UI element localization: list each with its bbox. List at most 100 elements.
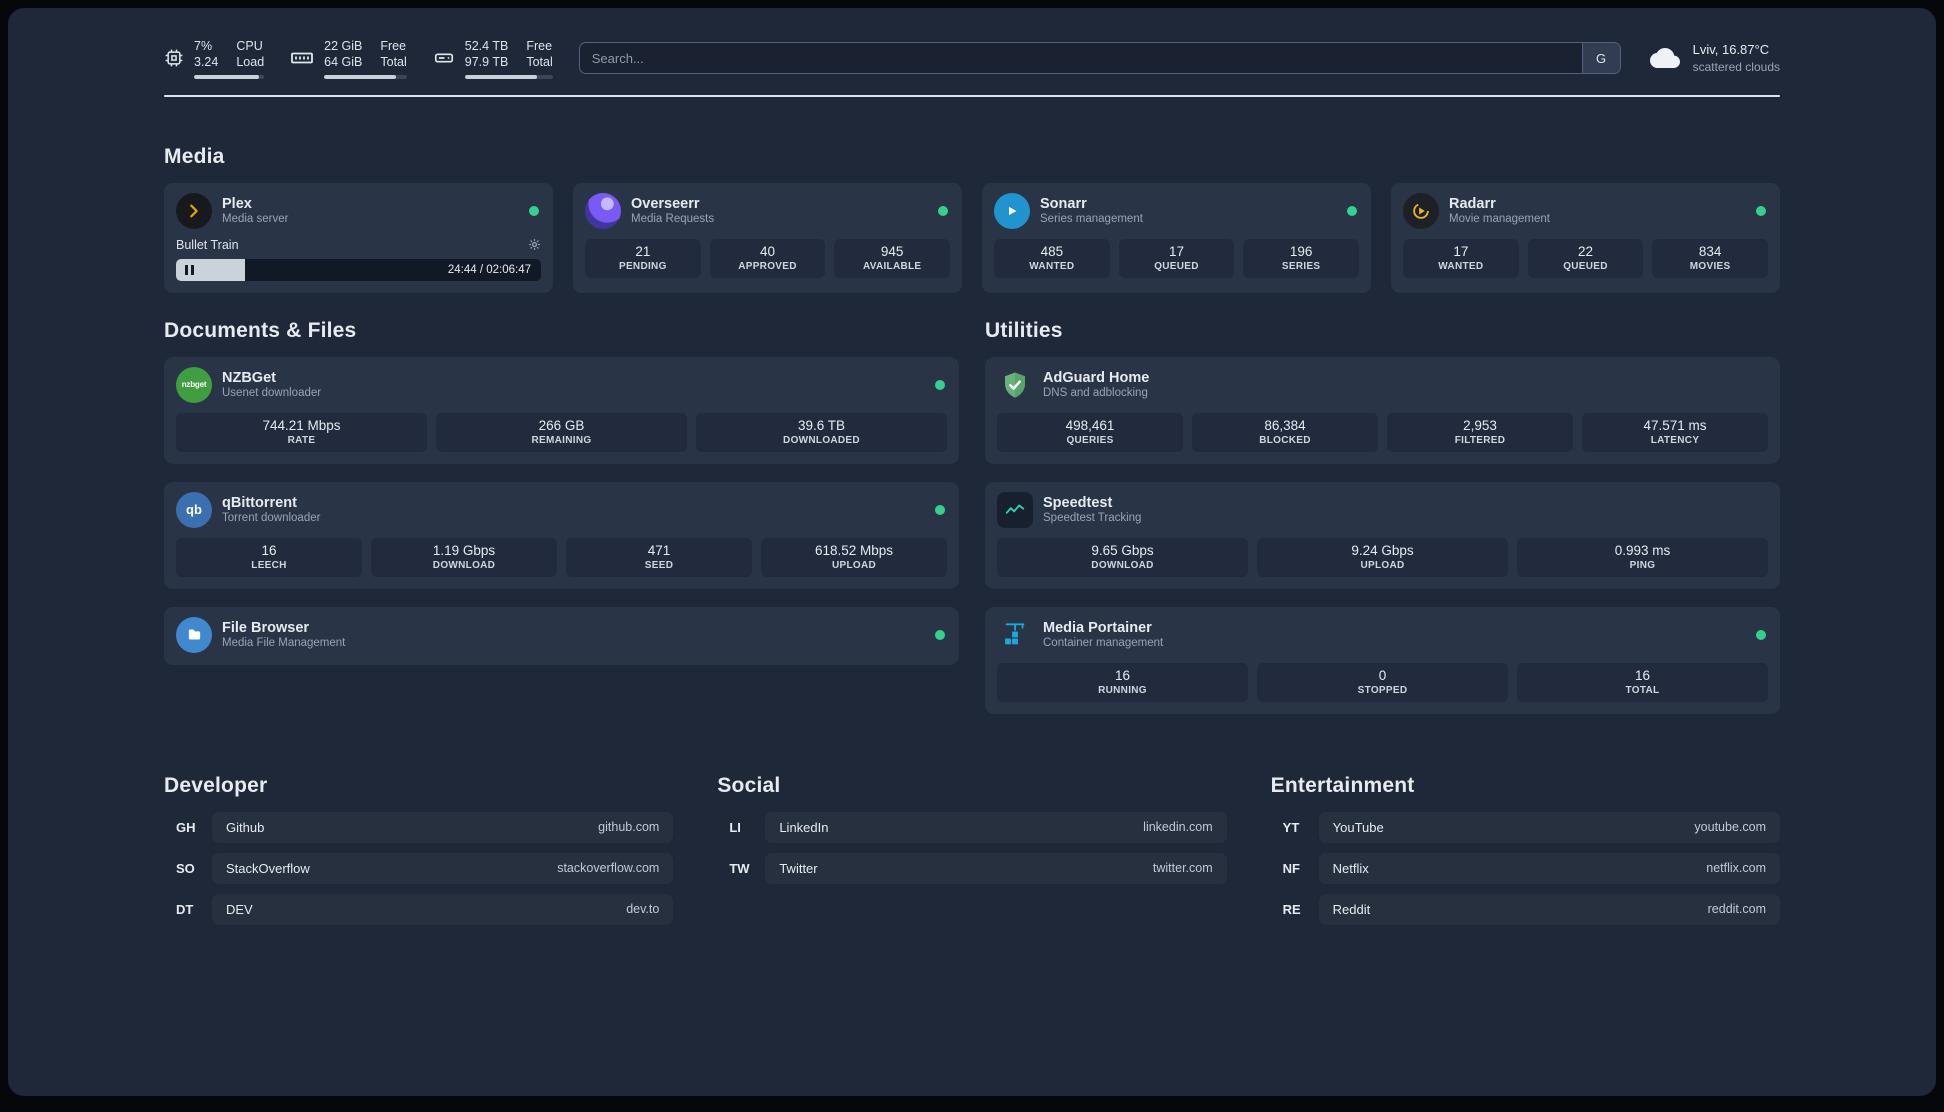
bookmark-link-twitter[interactable]: Twitter twitter.com xyxy=(765,852,1227,884)
status-dot xyxy=(1756,205,1766,216)
stat-tile: 471 SEED xyxy=(566,537,752,577)
stat-tile: 16 LEECH xyxy=(176,537,362,577)
section-title-developer: Developer xyxy=(164,773,268,797)
search-input[interactable] xyxy=(579,43,1582,74)
disk-progress-bar xyxy=(464,74,553,79)
stat-tile: 945 AVAILABLE xyxy=(834,238,950,278)
search-bar: G xyxy=(578,42,1621,75)
service-subtitle: Usenet downloader xyxy=(222,387,322,399)
bookmark-link-youtube[interactable]: YouTube youtube.com xyxy=(1318,811,1780,843)
playback-time: 24:44 / 02:06:47 xyxy=(447,263,531,276)
stat-value: 86,384 xyxy=(1264,417,1306,433)
stat-label: SERIES xyxy=(1281,260,1321,272)
cpu-label: CPU xyxy=(236,39,263,53)
section-documents: Documents & Files nzbget NZBGet Usenet d… xyxy=(164,319,959,665)
service-card-speedtest[interactable]: Speedtest Speedtest Tracking 9.65 Gbps D… xyxy=(985,481,1780,589)
playback-progress-bar[interactable]: 24:44 / 02:06:47 xyxy=(176,258,541,281)
stat-value: 266 GB xyxy=(538,417,585,433)
bookmark-abbr: NF xyxy=(1282,860,1300,876)
stat-tile: 9.24 Gbps UPLOAD xyxy=(1257,537,1508,577)
section-developer: Developer GH Github github.com SO StackO… xyxy=(164,773,674,925)
bookmark-link-reddit[interactable]: Reddit reddit.com xyxy=(1318,893,1780,925)
gear-icon[interactable] xyxy=(528,238,541,251)
bookmark-link-netflix[interactable]: Netflix netflix.com xyxy=(1318,852,1780,884)
service-subtitle: Container management xyxy=(1043,637,1164,649)
stat-tile: 17 WANTED xyxy=(1403,238,1519,278)
sonarr-icon xyxy=(994,192,1030,229)
service-card-qbittorrent[interactable]: qb qBittorrent Torrent downloader 16 LEE… xyxy=(164,481,959,589)
stat-value: 47.571 ms xyxy=(1643,417,1707,433)
bookmark-link-dev[interactable]: DEV dev.to xyxy=(212,893,674,925)
ram-total-value: 64 GiB xyxy=(324,55,363,70)
bookmark-abbr: LI xyxy=(729,819,741,835)
stat-label: UPLOAD xyxy=(831,559,877,571)
dashboard-page: 7% 3.24 CPU Load 22 GiB 64 GiB Free Tota… xyxy=(8,8,1936,1096)
stat-label: TOTAL xyxy=(1625,684,1660,696)
stat-tile: 744.21 Mbps RATE xyxy=(176,412,427,452)
section-title-documents: Documents & Files xyxy=(164,318,357,342)
service-subtitle: Media Requests xyxy=(631,213,715,225)
service-card-adguard[interactable]: AdGuard Home DNS and adblocking 498,461 … xyxy=(985,356,1780,464)
disk-total-value: 97.9 TB xyxy=(464,55,509,70)
stat-tile: 498,461 QUERIES xyxy=(997,412,1183,452)
qbittorrent-icon: qb xyxy=(176,491,212,528)
stat-value: 9.65 Gbps xyxy=(1091,542,1154,558)
stat-label: WANTED xyxy=(1029,260,1075,272)
service-card-filebrowser[interactable]: File Browser Media File Management xyxy=(164,606,959,665)
service-card-sonarr[interactable]: Sonarr Series management 485 WANTED 17 Q… xyxy=(982,182,1371,293)
bookmark-name: StackOverflow xyxy=(226,860,310,876)
service-card-overseerr[interactable]: Overseerr Media Requests 21 PENDING 40 A… xyxy=(573,182,962,293)
resource-widgets: 7% 3.24 CPU Load 22 GiB 64 GiB Free Tota… xyxy=(164,38,553,79)
service-subtitle: Media File Management xyxy=(222,637,346,649)
bookmark-abbr: SO xyxy=(176,860,195,876)
status-dot xyxy=(935,629,945,640)
service-name: qBittorrent xyxy=(222,495,297,511)
ram-progress-fill xyxy=(324,74,397,79)
stat-label: QUEUED xyxy=(1563,260,1608,272)
stat-tile: 39.6 TB DOWNLOADED xyxy=(696,412,947,452)
bookmark-abbr: RE xyxy=(1282,901,1301,917)
stat-tile: 16 RUNNING xyxy=(997,662,1248,702)
stat-label: BLOCKED xyxy=(1259,434,1311,446)
service-name: Radarr xyxy=(1449,196,1496,212)
bookmark-link-github[interactable]: Github github.com xyxy=(212,811,674,843)
stat-value: 9.24 Gbps xyxy=(1351,542,1414,558)
radarr-icon xyxy=(1403,192,1439,229)
service-card-plex[interactable]: Plex Media server Bullet Train 24:44 / 0… xyxy=(164,182,553,293)
stat-label: RATE xyxy=(287,434,316,446)
bookmark-url: dev.to xyxy=(626,902,660,916)
stat-value: 16 xyxy=(261,542,277,558)
ram-progress-bar xyxy=(324,74,407,79)
status-dot xyxy=(529,205,539,216)
stat-value: 22 xyxy=(1577,243,1593,259)
service-card-nzbget[interactable]: nzbget NZBGet Usenet downloader 744.21 M… xyxy=(164,356,959,464)
ram-widget: 22 GiB 64 GiB Free Total xyxy=(290,38,407,79)
stat-tile: 0 STOPPED xyxy=(1257,662,1508,702)
stat-value: 945 xyxy=(880,243,904,259)
stat-tile: 17 QUEUED xyxy=(1118,238,1235,278)
stat-tile: 618.52 Mbps UPLOAD xyxy=(761,537,947,577)
stat-tile: 21 PENDING xyxy=(585,238,701,278)
bookmark-link-stackoverflow[interactable]: StackOverflow stackoverflow.com xyxy=(212,852,674,884)
bookmark-link-linkedin[interactable]: LinkedIn linkedin.com xyxy=(765,811,1227,843)
section-media: Media Plex Media server Bullet Train 24:… xyxy=(164,145,1780,293)
overseerr-icon xyxy=(585,192,621,229)
bookmark-abbr: DT xyxy=(176,901,194,917)
bookmark-url: youtube.com xyxy=(1694,820,1766,834)
bookmark-abbr: TW xyxy=(729,860,750,876)
disk-free-value: 52.4 TB xyxy=(464,39,509,53)
adguard-icon xyxy=(997,367,1033,403)
search-provider-button[interactable]: G xyxy=(1581,43,1620,74)
stat-tile: 266 GB REMAINING xyxy=(436,412,687,452)
section-entertainment: Entertainment YT YouTube youtube.com NF … xyxy=(1271,774,1780,925)
service-subtitle: Series management xyxy=(1040,213,1143,225)
pause-button[interactable] xyxy=(185,264,194,275)
stat-label: DOWNLOAD xyxy=(432,559,496,571)
service-card-radarr[interactable]: Radarr Movie management 17 WANTED 22 QUE… xyxy=(1391,182,1780,293)
bookmark-row: SO StackOverflow stackoverflow.com xyxy=(164,852,674,884)
section-utilities: Utilities AdGuard Home DNS and adblockin… xyxy=(985,319,1780,714)
cpu-load-value: 3.24 xyxy=(194,55,219,70)
stat-label: UPLOAD xyxy=(1360,559,1405,571)
stat-value: 498,461 xyxy=(1065,417,1115,433)
service-card-portainer[interactable]: Media Portainer Container management 16 … xyxy=(985,606,1780,714)
